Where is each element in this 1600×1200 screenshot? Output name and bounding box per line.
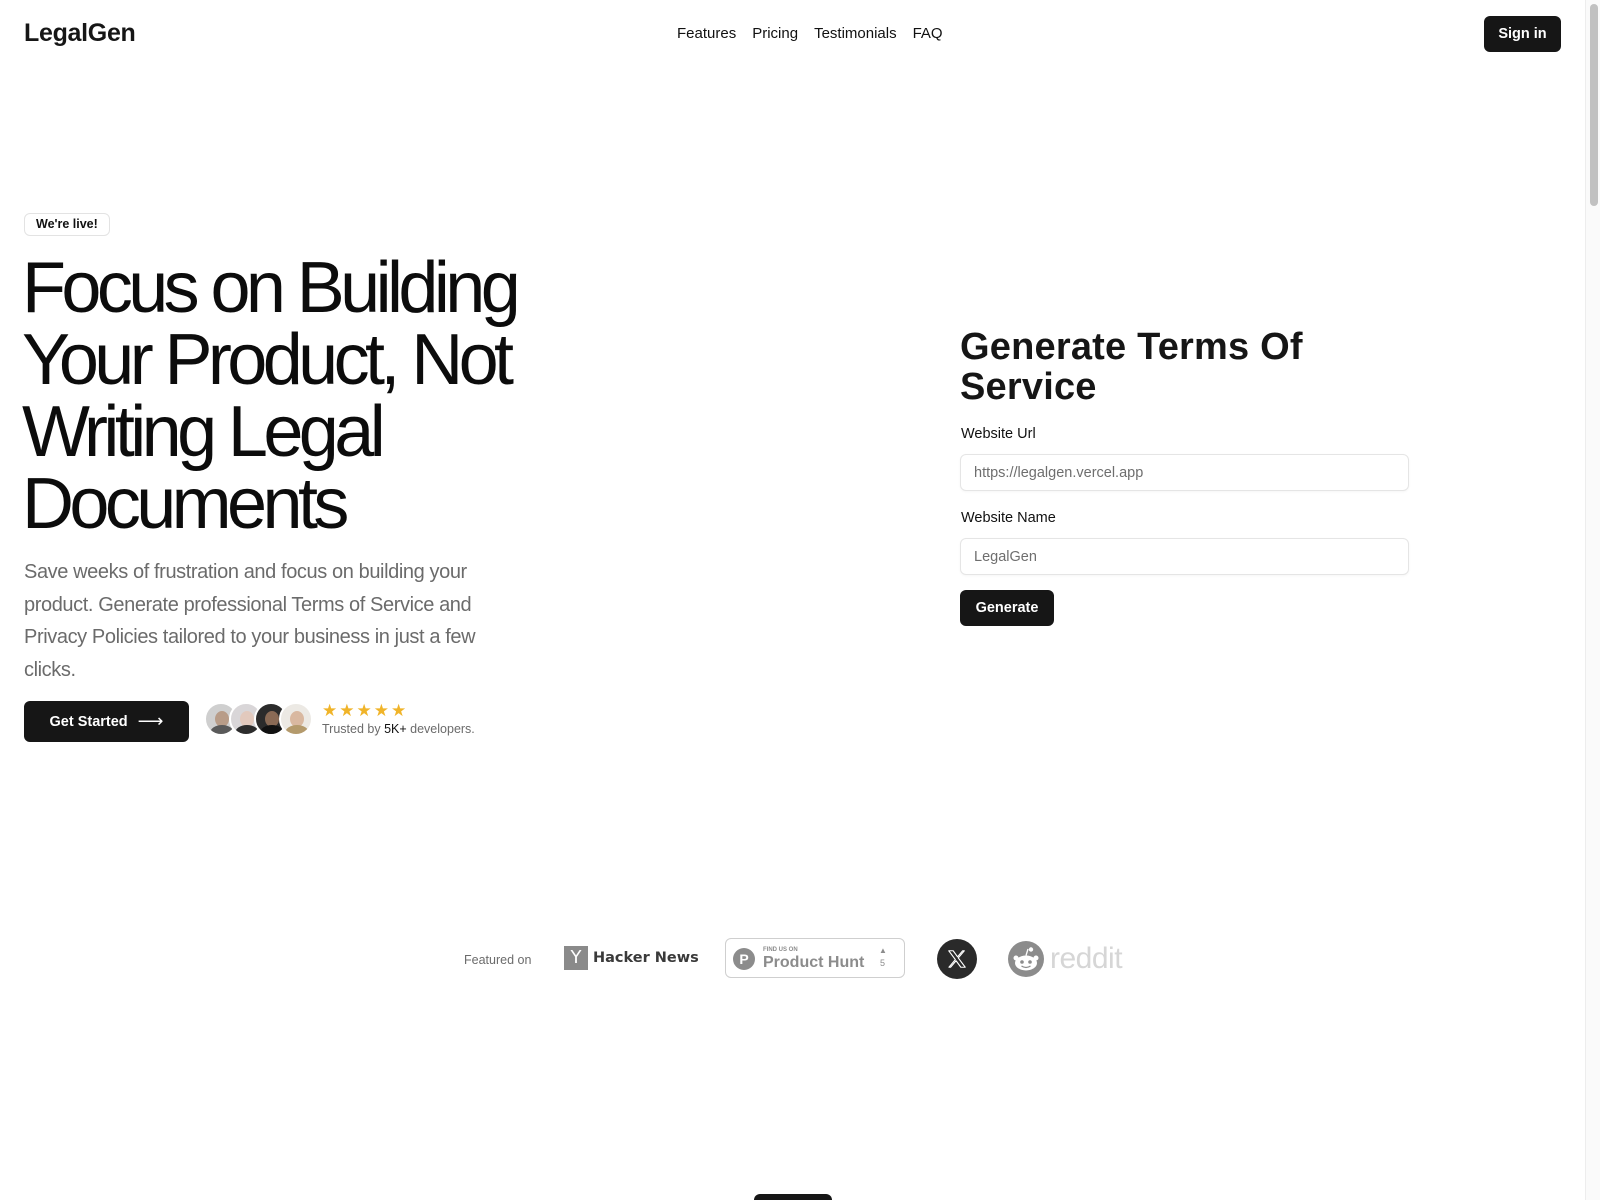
get-started-button[interactable]: Get Started ⟶ (24, 701, 189, 742)
page-scrollbar[interactable] (1585, 0, 1600, 1200)
product-hunt-name: Product Hunt (763, 954, 865, 971)
live-badge: We're live! (24, 213, 110, 236)
hero-subheadline: Save weeks of frustration and focus on b… (24, 561, 476, 681)
trusted-text: Trusted by 5K+ developers. (322, 722, 475, 736)
x-logo-icon[interactable] (937, 939, 977, 979)
trusted-count: 5K+ (384, 722, 407, 736)
reddit-snoo-icon (1008, 941, 1044, 977)
star-icon: ★ (356, 701, 372, 720)
reddit-wordmark: reddit (1050, 942, 1123, 975)
star-icon: ★ (373, 701, 389, 720)
get-started-label: Get Started (49, 713, 128, 730)
nav-link-pricing[interactable]: Pricing (752, 25, 798, 42)
product-hunt-badge[interactable]: P FIND US ON Product Hunt ▲ 5 (725, 938, 905, 978)
hacker-news-text: Hacker News (593, 950, 699, 966)
scrollbar-thumb[interactable] (1590, 4, 1598, 206)
nav-link-faq[interactable]: FAQ (913, 25, 943, 42)
star-icon: ★ (391, 701, 407, 720)
avatar (279, 702, 313, 736)
y-combinator-icon: Y (564, 946, 588, 970)
generate-button[interactable]: Generate (960, 590, 1054, 626)
website-url-label: Website Url (961, 426, 1036, 442)
product-hunt-find-text: FIND US ON (763, 947, 798, 953)
featured-on-label: Featured on (464, 953, 532, 967)
brand-logo[interactable]: LegalGen (24, 19, 136, 48)
hero-headline: Focus on Building Your Product, Not Writ… (22, 248, 521, 544)
website-name-label: Website Name (961, 510, 1056, 526)
reddit-logo[interactable]: reddit (1008, 941, 1123, 977)
rating-block: ★ ★ ★ ★ ★ Trusted by 5K+ developers. (322, 702, 475, 736)
arrow-right-icon: ⟶ (137, 711, 164, 731)
star-rating: ★ ★ ★ ★ ★ (322, 702, 475, 719)
sign-in-button[interactable]: Sign in (1484, 16, 1561, 52)
star-icon: ★ (322, 701, 338, 720)
nav-link-testimonials[interactable]: Testimonials (814, 25, 897, 42)
website-url-input[interactable] (960, 454, 1409, 491)
star-icon: ★ (339, 701, 355, 720)
main-nav: Features Pricing Testimonials FAQ (677, 25, 943, 42)
trusted-prefix: Trusted by (322, 722, 381, 736)
upvote-icon: ▲ (879, 946, 887, 955)
hacker-news-logo[interactable]: Y Hacker News (564, 946, 699, 970)
site-header: LegalGen Features Pricing Testimonials F… (0, 0, 1585, 68)
nav-link-features[interactable]: Features (677, 25, 736, 42)
product-hunt-icon: P (733, 948, 755, 970)
floating-action-tab[interactable] (754, 1194, 832, 1200)
trusted-suffix: developers. (410, 722, 475, 736)
form-title: Generate Terms Of Service (960, 326, 1303, 408)
avatar-group (204, 702, 313, 736)
upvote-count: 5 (880, 958, 886, 968)
x-glyph-icon (948, 950, 966, 968)
social-proof: ★ ★ ★ ★ ★ Trusted by 5K+ developers. (204, 702, 475, 736)
website-name-input[interactable] (960, 538, 1409, 575)
